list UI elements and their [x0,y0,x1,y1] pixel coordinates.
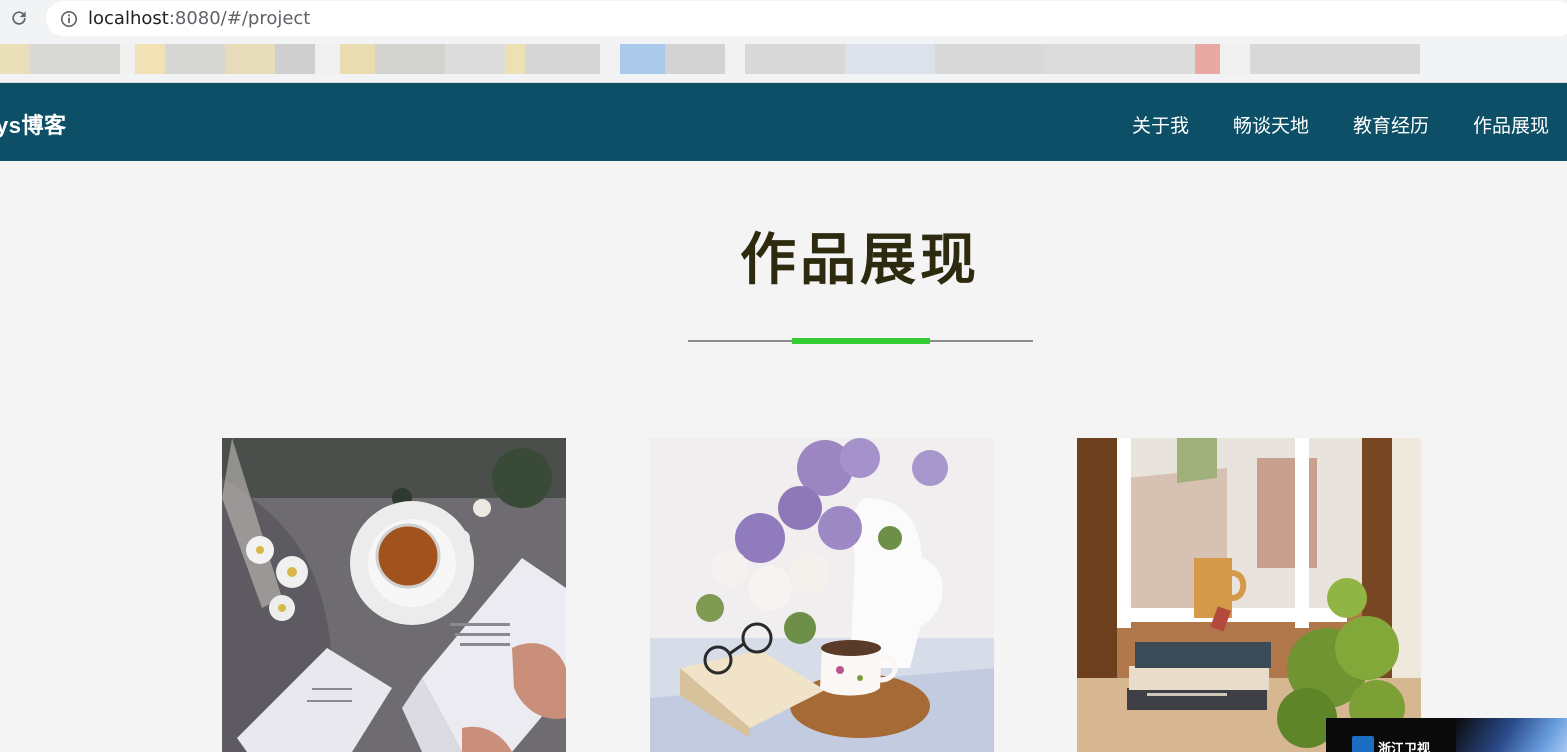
project-image-2 [650,438,994,752]
video-overlay[interactable]: 浙江卫视 [1326,718,1567,752]
nav-link-about[interactable]: 关于我 [1132,111,1189,138]
nav-link-chat[interactable]: 畅谈天地 [1233,111,1309,138]
browser-chrome: localhost:8080/#/project [0,0,1567,83]
blurred-bookmarks [0,44,1420,74]
title-divider-accent [792,338,930,344]
overlay-globe-image [1456,718,1567,752]
brand-logo[interactable]: ys博客 [0,108,66,140]
project-image-1 [222,438,566,752]
reload-icon[interactable] [8,7,30,29]
nav-link-education[interactable]: 教育经历 [1353,111,1429,138]
project-image-3 [1077,438,1421,752]
info-icon[interactable] [60,10,78,28]
project-card-3[interactable] [1077,438,1421,752]
overlay-channel-text: 浙江卫视 [1378,741,1431,752]
page-title: 作品展现 [740,227,980,293]
project-card-1[interactable] [222,438,566,752]
bookmarks-bar [0,40,1567,78]
nav-links: 关于我 畅谈天地 教育经历 作品展现 [1132,111,1549,138]
url-host: localhost [88,8,169,29]
address-bar[interactable]: localhost:8080/#/project [46,1,1567,36]
project-card-2[interactable] [650,438,994,752]
tv-logo-icon [1352,736,1374,752]
url-path: :8080/#/project [168,8,311,29]
nav-link-works[interactable]: 作品展现 [1473,111,1549,138]
site-navbar: ys博客 关于我 畅谈天地 教育经历 作品展现 [0,83,1567,161]
